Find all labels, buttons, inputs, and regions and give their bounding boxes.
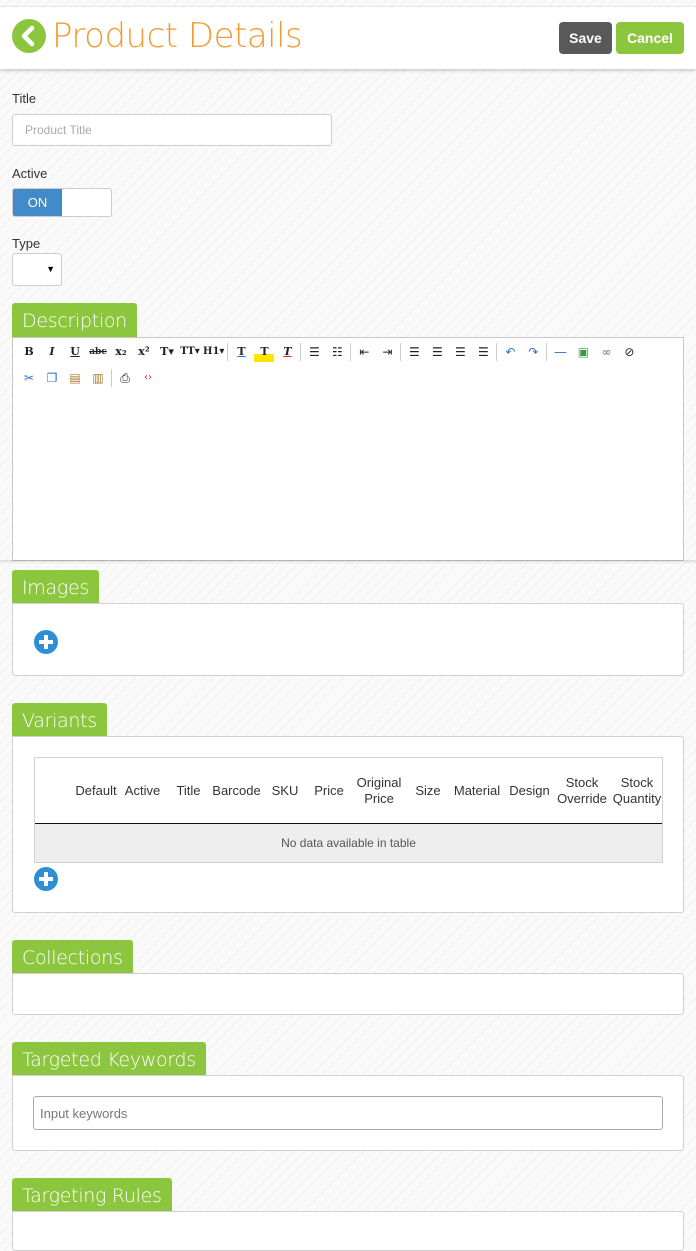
column-header[interactable]: Price [312,758,346,823]
copy-icon[interactable]: ❐ [42,368,62,388]
variants-table: Default Active Title Barcode SKU Price O… [34,757,663,863]
images-heading: Images [12,570,99,604]
bullet-list-icon[interactable]: ☰ [304,342,324,362]
active-toggle[interactable]: ON [12,188,112,217]
redo-icon[interactable]: ↷ [523,342,543,362]
toolbar-divider [111,369,112,387]
title-input[interactable] [12,114,332,146]
toggle-on-label: ON [13,189,62,216]
paste-icon[interactable]: ▤ [65,368,85,388]
targeting-rules-panel [12,1211,684,1251]
variants-table-header: Default Active Title Barcode SKU Price O… [35,758,662,824]
unlink-icon[interactable]: ⊘ [619,342,639,362]
column-header[interactable]: Design [507,758,552,823]
editor-divider [0,560,696,564]
link-icon[interactable]: ∞ [596,342,616,362]
align-right-icon[interactable]: ☰ [450,342,470,362]
add-image-icon[interactable] [34,630,58,654]
superscript-icon[interactable]: x² [134,342,154,362]
toolbar-divider [227,343,229,361]
caret-down-icon: ▼ [46,264,55,274]
outdent-icon[interactable]: ⇤ [354,342,374,362]
subscript-icon[interactable]: x₂ [111,342,131,362]
variants-panel: Default Active Title Barcode SKU Price O… [12,736,684,913]
title-label: Title [12,91,37,106]
save-button[interactable]: Save [559,22,612,54]
strikethrough-icon[interactable]: abc [88,342,108,362]
description-heading: Description [12,303,137,337]
description-editor[interactable]: B I U abc x₂ x² T▾ TT▾ H1▾ T T T ☰ ☷ ⇤ ⇥… [12,337,684,561]
page-title: Product Details [52,16,303,56]
page-header: Product Details Save Cancel [0,6,696,69]
horizontal-rule-icon[interactable]: ― [550,342,570,362]
keywords-input[interactable] [33,1096,663,1130]
keywords-panel [12,1075,684,1151]
type-label: Type [12,236,41,251]
editor-toolbar-row-1: B I U abc x₂ x² T▾ TT▾ H1▾ T T T ☰ ☷ ⇤ ⇥… [19,341,642,363]
heading-icon[interactable]: H1▾ [203,342,224,362]
table-empty-message: No data available in table [35,824,662,862]
paste-text-icon[interactable]: ▥ [88,368,108,388]
column-header[interactable]: SKU [269,758,301,823]
column-header[interactable]: Barcode [209,758,264,823]
column-header[interactable]: Active [121,758,164,823]
justify-icon[interactable]: ☰ [473,342,493,362]
column-header[interactable]: Original Price [350,758,408,823]
print-icon[interactable]: ⎙ [115,368,135,388]
column-header[interactable]: Title [171,758,206,823]
align-center-icon[interactable]: ☰ [427,342,447,362]
bold-icon[interactable]: B [19,342,39,362]
add-variant-icon[interactable] [34,867,58,891]
keywords-heading: Targeted Keywords [12,1042,206,1076]
toolbar-divider [300,343,302,361]
chevron-left-icon [21,25,35,47]
active-label: Active [12,166,48,181]
numbered-list-icon[interactable]: ☷ [327,342,347,362]
highlight-icon[interactable]: T [254,342,275,362]
collections-panel[interactable] [12,973,684,1015]
toolbar-divider [350,343,352,361]
variants-heading: Variants [12,703,107,737]
source-code-icon[interactable]: ‹› [138,368,158,388]
collections-heading: Collections [12,940,133,974]
column-header[interactable]: Material [449,758,505,823]
images-panel [12,603,684,676]
italic-icon[interactable]: I [42,342,62,362]
column-header[interactable]: Size [411,758,445,823]
clear-format-icon[interactable]: T [277,342,297,362]
toolbar-divider [400,343,402,361]
column-header[interactable]: Stock Override [552,758,612,823]
targeting-rules-heading: Targeting Rules [12,1178,172,1212]
indent-icon[interactable]: ⇥ [377,342,397,362]
column-header[interactable]: Stock Quantity [611,758,663,823]
font-family-icon[interactable]: T▾ [157,342,177,362]
editor-toolbar-row-2: ✂ ❐ ▤ ▥ ⎙ ‹› [19,367,161,389]
back-button[interactable] [12,19,46,53]
type-select[interactable]: ▼ [12,253,62,286]
underline-icon[interactable]: U [65,342,85,362]
align-left-icon[interactable]: ☰ [404,342,424,362]
font-size-icon[interactable]: TT▾ [180,342,200,362]
toolbar-divider [496,343,498,361]
text-color-icon[interactable]: T [231,342,251,362]
toolbar-divider [546,343,548,361]
cancel-button[interactable]: Cancel [616,22,684,54]
undo-icon[interactable]: ↶ [500,342,520,362]
cut-icon[interactable]: ✂ [19,368,39,388]
image-icon[interactable]: ▣ [573,342,593,362]
column-header[interactable]: Default [71,758,121,823]
